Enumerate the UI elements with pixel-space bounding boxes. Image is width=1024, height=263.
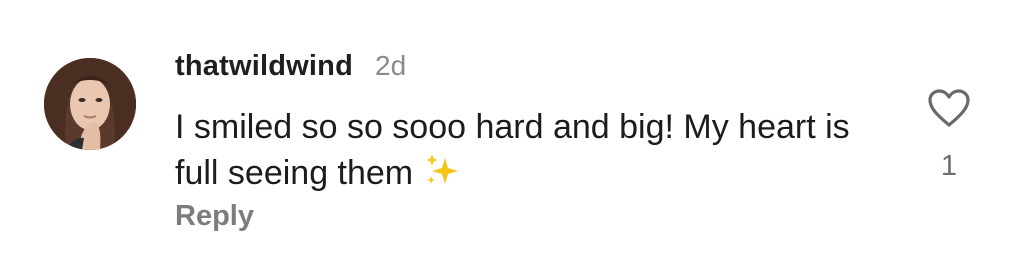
sparkles-icon xyxy=(423,152,463,200)
comment-text-block: I smiled so so sooo hard and big! My hea… xyxy=(175,104,875,200)
like-count: 1 xyxy=(940,150,958,182)
comment-header: thatwildwind 2d xyxy=(175,50,406,83)
comment-text: I smiled so so sooo hard and big! My hea… xyxy=(175,108,850,192)
comment-item: thatwildwind 2d I smiled so so sooo hard… xyxy=(0,0,1024,263)
reply-button[interactable]: Reply xyxy=(175,200,254,233)
username[interactable]: thatwildwind xyxy=(175,50,353,83)
avatar[interactable] xyxy=(44,58,136,150)
timestamp: 2d xyxy=(375,50,407,81)
like-button[interactable]: 1 xyxy=(918,88,980,183)
heart-outline-icon[interactable] xyxy=(927,88,971,128)
